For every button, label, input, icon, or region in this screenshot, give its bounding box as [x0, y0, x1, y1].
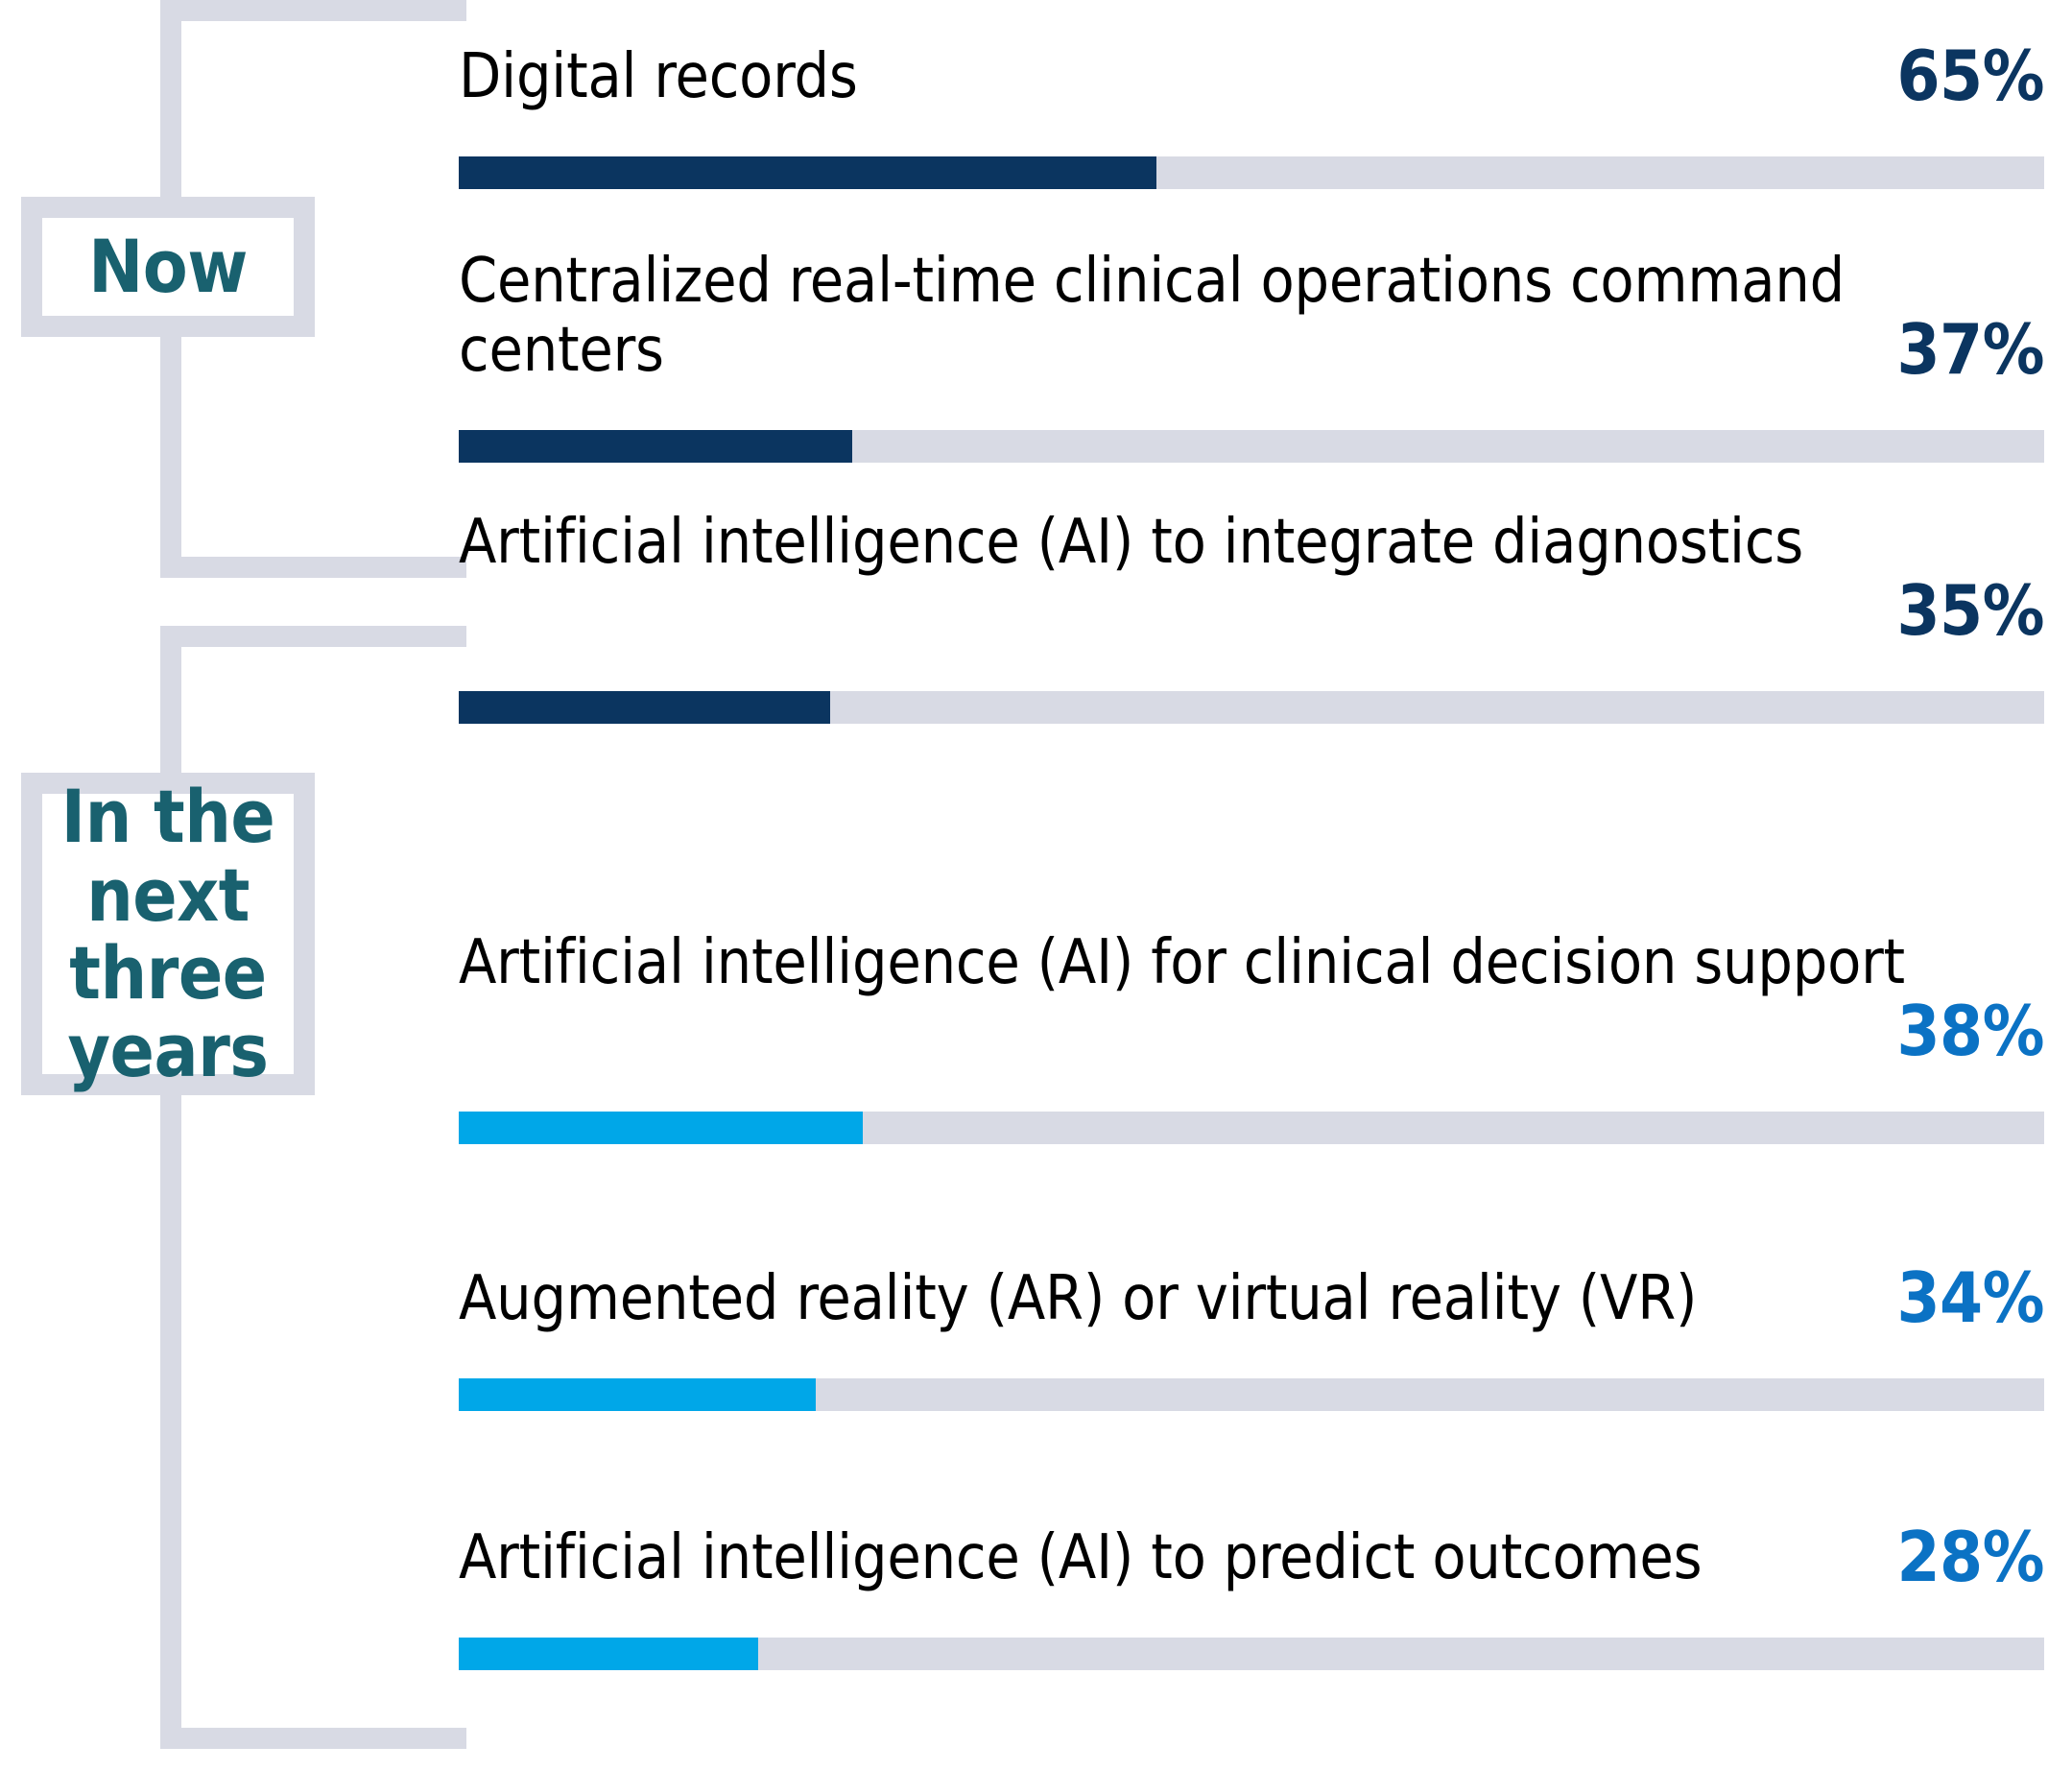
bar-row-label: Artificial intelligence (AI) to integrat…: [459, 507, 1804, 578]
infographic-canvas: Now In the next three years Digital reco…: [0, 0, 2072, 1770]
bar-row-value: 65%: [1896, 36, 2044, 116]
bar-row-value: 38%: [1896, 991, 2044, 1071]
bar-track: [459, 1112, 2044, 1144]
bar-row-value: 37%: [1896, 309, 2044, 390]
bar-track: [459, 1378, 2044, 1411]
future-bracket-top-arm: [160, 626, 466, 647]
future-bracket-spine-top: [160, 626, 181, 773]
bar-track: [459, 691, 2044, 724]
bar-fill: [459, 691, 830, 724]
bar-fill: [459, 430, 852, 463]
bar-row-value: 34%: [1896, 1257, 2044, 1338]
period-box-now: Now: [21, 197, 315, 337]
period-label-now: Now: [88, 224, 248, 310]
bar-fill: [459, 156, 1156, 189]
bar-row-label: Centralized real-time clinical operation…: [459, 246, 1845, 386]
future-bracket-spine-bot: [160, 1094, 181, 1749]
bar-track: [459, 1638, 2044, 1670]
bar-row-label: Artificial intelligence (AI) to predict …: [459, 1522, 1703, 1593]
bar-row-label: Digital records: [459, 41, 858, 112]
future-bracket-bottom-arm: [160, 1728, 466, 1749]
bar-fill: [459, 1638, 759, 1670]
period-box-next-three-years: In the next three years: [21, 773, 315, 1095]
bar-track: [459, 430, 2044, 463]
bar-fill: [459, 1378, 816, 1411]
now-bracket-top-arm: [160, 0, 466, 21]
bar-track: [459, 156, 2044, 189]
bar-row-value: 28%: [1896, 1517, 2044, 1597]
now-bracket-bottom-arm: [160, 557, 466, 578]
bar-row-label: Augmented reality (AR) or virtual realit…: [459, 1263, 1698, 1334]
period-label-next-three-years: In the next three years: [60, 774, 275, 1094]
bar-row-label: Artificial intelligence (AI) for clinica…: [459, 927, 1905, 998]
now-bracket-spine-bot: [160, 336, 181, 578]
now-bracket-spine-top: [160, 0, 181, 197]
bar-row-value: 35%: [1896, 570, 2044, 651]
bar-fill: [459, 1112, 864, 1144]
